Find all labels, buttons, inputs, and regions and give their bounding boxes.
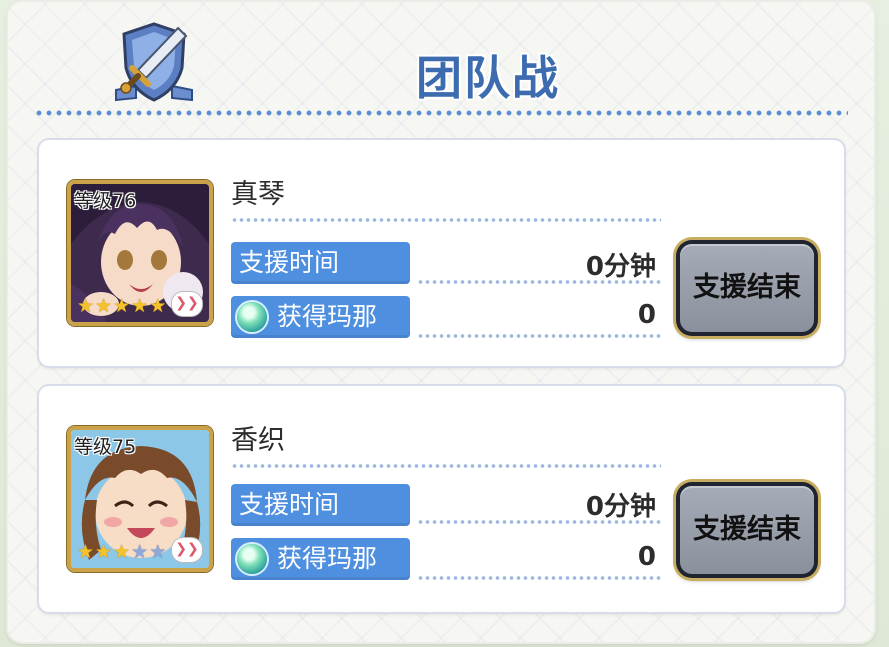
mana-label: 获得玛那 [231, 538, 410, 580]
name-divider [231, 218, 661, 222]
mana-value: 0 [637, 300, 656, 330]
rank-chevron-icon: ❯❯ [171, 537, 203, 563]
shield-sword-icon [115, 22, 193, 102]
end-support-button[interactable]: 支援结束 [676, 240, 818, 336]
character-name: 真琴 [231, 179, 285, 210]
star-icon: ★ [113, 541, 131, 563]
star-icon: ★ [77, 541, 95, 563]
name-divider [231, 464, 661, 468]
mana-gem-icon [237, 544, 267, 574]
support-time-label: 支援时间 [231, 242, 410, 284]
rank-chevron-icon: ❯❯ [171, 291, 203, 317]
character-portrait[interactable]: 等级75 ★ ★ ★ ★ ★ ❯❯ [67, 426, 213, 572]
support-time-value: 0分钟 [585, 252, 656, 282]
level-label: 等级75 [74, 436, 137, 458]
end-support-button-label: 支援结束 [680, 244, 814, 332]
end-support-button-label: 支援结束 [680, 486, 814, 574]
star-icon: ★ [131, 295, 149, 317]
star-icon: ★ [113, 295, 131, 317]
mana-value: 0 [637, 542, 656, 572]
empty-star-icon: ★ [131, 541, 149, 563]
row-divider [417, 520, 661, 524]
title-divider [34, 110, 848, 116]
row-divider [417, 576, 661, 580]
support-time-label: 支援时间 [231, 484, 410, 526]
star-icon: ★ [95, 295, 113, 317]
row-divider [417, 334, 661, 338]
character-portrait[interactable]: 等级76 ★ ★ ★ ★ ★ ❯❯ [67, 180, 213, 326]
star-icon: ★ [149, 295, 167, 317]
character-name: 香织 [231, 425, 285, 456]
supporter-card: 等级75 ★ ★ ★ ★ ★ ❯❯ 香织 支援时间 0分钟 获得玛那 0 支援结… [39, 386, 844, 612]
star-icon: ★ [95, 541, 113, 563]
star-rating: ★ ★ ★ ★ ★ [77, 543, 166, 562]
page-title: 团队战 [416, 51, 560, 105]
row-divider [417, 280, 661, 284]
end-support-button[interactable]: 支援结束 [676, 482, 818, 578]
star-icon: ★ [77, 295, 95, 317]
mana-label: 获得玛那 [231, 296, 410, 338]
supporter-card: 等级76 ★ ★ ★ ★ ★ ❯❯ 真琴 支援时间 0分钟 获得玛那 0 支援结… [39, 140, 844, 366]
level-label: 等级76 [74, 190, 137, 212]
empty-star-icon: ★ [149, 541, 167, 563]
support-time-value: 0分钟 [585, 492, 656, 522]
mana-gem-icon [237, 302, 267, 332]
star-rating: ★ ★ ★ ★ ★ [77, 297, 166, 316]
